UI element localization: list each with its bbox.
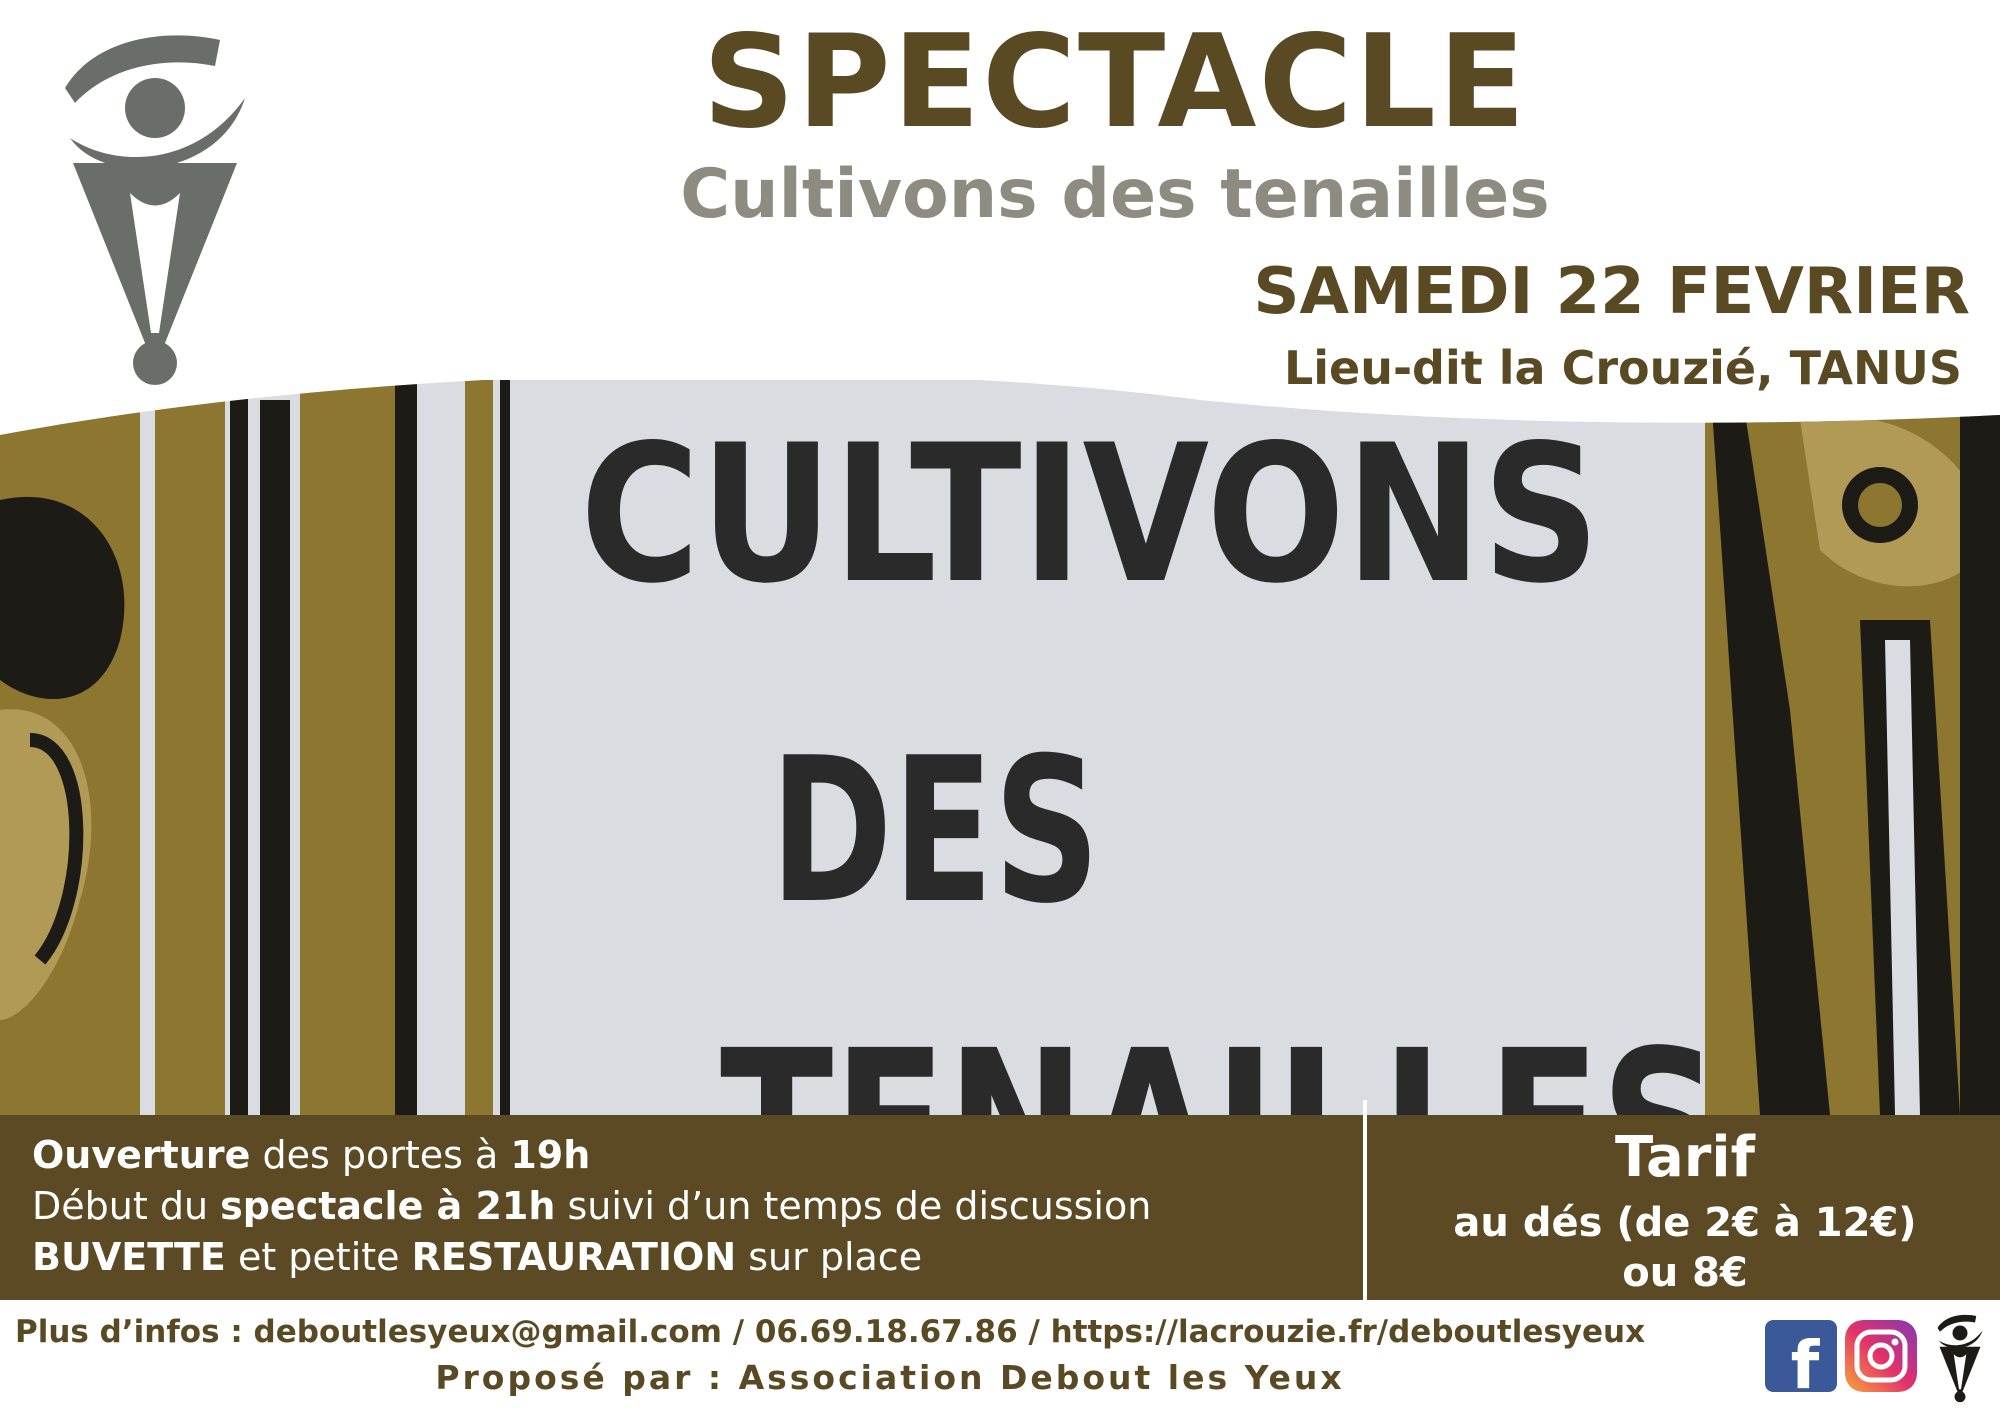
info-divider [1363, 1100, 1367, 1300]
artwork-text-line2: DES [770, 715, 1100, 948]
info-line-bar: BUVETTE et petite RESTAURATION sur place [32, 1235, 923, 1279]
tarif-alternative: ou 8€ [1622, 1250, 1748, 1296]
event-title: SPECTACLE [702, 8, 1528, 157]
artwork-text-line1: CULTIVONS [580, 404, 1600, 625]
organizer-credit: Proposé par : Association Debout les Yeu… [435, 1358, 1345, 1397]
instagram-icon[interactable] [1845, 1320, 1917, 1392]
tarif-title: Tarif [1615, 1125, 1755, 1190]
info-line-show: Début du spectacle à 21h suivi d’un temp… [32, 1184, 1152, 1228]
svg-text:f: f [1791, 1327, 1821, 1392]
contact-info: Plus d’infos : deboutlesyeux@gmail.com /… [15, 1314, 1646, 1350]
event-subtitle: Cultivons des tenailles [680, 155, 1550, 234]
association-logo [65, 35, 245, 385]
artwork-text-line3: TENAILLES [720, 1005, 1720, 1115]
small-association-logo [1937, 1314, 1983, 1403]
schedule-info: Ouverture des portes à 19h Début du spec… [32, 1130, 1151, 1283]
tarif-range: au dés (de 2€ à 12€) [1453, 1200, 1917, 1246]
tarif-block: Tarif au dés (de 2€ à 12€) ou 8€ [1380, 1118, 1990, 1298]
artwork-poster-photo: CULTIVONS DES TENAILLES [0, 380, 2000, 1115]
facebook-icon[interactable]: f [1765, 1320, 1837, 1392]
info-line-opening: Ouverture des portes à 19h [32, 1133, 591, 1177]
event-date: SAMEDI 22 FEVRIER [1253, 255, 1970, 329]
